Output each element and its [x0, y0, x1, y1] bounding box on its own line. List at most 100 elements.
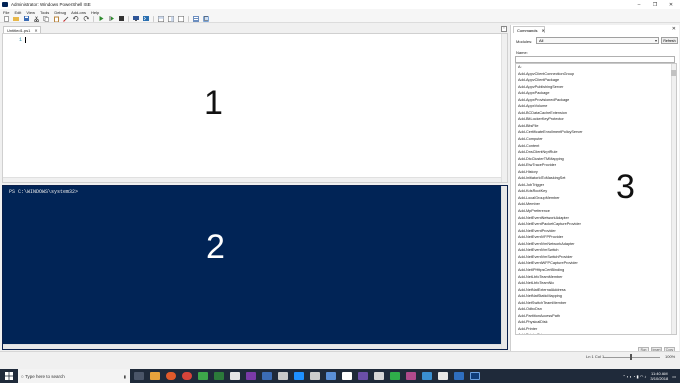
windows-start-icon[interactable] [0, 369, 18, 383]
menu-edit[interactable]: Edit [14, 10, 21, 15]
toolbar-separator [93, 15, 94, 22]
close-button[interactable]: ✕ [664, 0, 678, 9]
modules-label: Modules: [516, 39, 533, 44]
console-prompt: PS C:\WINDOWS\system32> [9, 189, 82, 195]
name-filter-input[interactable] [515, 56, 675, 63]
modules-dropdown[interactable]: All ▾ [536, 37, 659, 44]
console-horizontal-scrollbar[interactable] [3, 344, 501, 349]
menu-debug[interactable]: Debug [54, 10, 66, 15]
show-script-pane-right-icon[interactable] [168, 15, 174, 22]
menu-help[interactable]: Help [91, 10, 99, 15]
app-icon[interactable] [326, 372, 336, 380]
app-icon[interactable] [358, 372, 368, 380]
menu-add-ons[interactable]: Add-ons [71, 10, 86, 15]
editor-vertical-scrollbar[interactable] [501, 34, 507, 182]
run-icon[interactable] [98, 16, 104, 22]
collapse-pane-icon[interactable]: ⌃ [501, 26, 507, 32]
commands-tab-label: Commands [517, 27, 538, 33]
close-tab-icon[interactable]: ✕ [34, 28, 37, 33]
task-view-icon[interactable] [134, 372, 144, 380]
paste-icon[interactable] [53, 16, 59, 22]
toolbar [0, 15, 680, 23]
chrome-icon[interactable] [182, 372, 192, 380]
app-icon[interactable] [438, 372, 448, 380]
command-list[interactable]: A: Add-AppvClientConnectionGroup Add-AppvC… [515, 63, 677, 335]
app-icon[interactable] [454, 372, 464, 380]
command-list-item[interactable]: Add-PrinterDriver [516, 332, 676, 334]
redo-icon[interactable] [83, 16, 89, 22]
toolbar-separator [153, 15, 154, 22]
powershell-ise-taskbar-icon[interactable] [470, 372, 480, 380]
menu-view[interactable]: View [26, 10, 35, 15]
copy-icon[interactable] [43, 15, 49, 22]
refresh-button[interactable]: Refresh [661, 37, 678, 44]
status-bar: Ln 1 Col 1 100% [0, 351, 680, 361]
open-icon[interactable] [13, 16, 19, 22]
show-script-pane-top-icon[interactable] [158, 15, 164, 22]
menu-tools[interactable]: Tools [40, 10, 49, 15]
name-label: Name: [516, 50, 528, 55]
command-list-scrollbar[interactable] [671, 64, 676, 334]
notifications-icon[interactable]: ▭ [672, 374, 676, 379]
maximize-button[interactable]: ❐ [648, 0, 662, 9]
file-explorer-icon[interactable] [150, 372, 160, 380]
show-script-pane-max-icon[interactable] [178, 15, 184, 22]
app-icon[interactable] [246, 372, 256, 380]
region-label-editor: 1 [204, 84, 223, 122]
cut-icon[interactable] [33, 15, 39, 22]
console-pane[interactable]: PS C:\WINDOWS\system32> 2 [2, 185, 508, 350]
scroll-thumb[interactable] [671, 70, 676, 76]
app-icon[interactable] [390, 372, 400, 380]
editor-horizontal-scrollbar[interactable] [3, 177, 501, 182]
start-powershell-icon[interactable] [143, 16, 149, 22]
clear-icon[interactable] [63, 16, 69, 22]
menu-file[interactable]: File [3, 10, 9, 15]
clock[interactable]: 11:40 AM 3/10/2018 [650, 371, 668, 381]
run-selection-icon[interactable] [108, 16, 114, 22]
clock-date: 3/10/2018 [650, 376, 669, 381]
taskbar-search[interactable]: ○ Type here to search ▮ [18, 369, 130, 383]
app-icon[interactable] [422, 372, 432, 380]
tray-icons[interactable]: ⌃ ▪ ◐ ◔ ▮ ◠ ♪ [622, 374, 646, 379]
remote-tab-icon[interactable] [133, 16, 139, 22]
cursor-position: Ln 1 Col 1 [586, 354, 605, 359]
save-icon[interactable] [23, 16, 29, 22]
firefox-icon[interactable] [166, 372, 176, 380]
powershell-ise-icon [2, 2, 8, 7]
zoom-slider[interactable] [604, 357, 660, 358]
zoom-slider-thumb[interactable] [630, 354, 632, 360]
spotify-icon[interactable] [214, 372, 224, 380]
close-commands-tab-icon[interactable]: ✕ [541, 28, 544, 33]
window-title: Administrator: Windows PowerShell ISE [11, 2, 91, 7]
tab-untitled1[interactable]: Untitled1.ps1 ✕ [3, 26, 41, 33]
new-script-icon[interactable] [3, 15, 9, 22]
minimize-button[interactable]: – [632, 0, 646, 9]
tab-label: Untitled1.ps1 [7, 27, 31, 33]
app-icon[interactable] [406, 372, 416, 380]
app-icon[interactable] [310, 372, 320, 380]
undo-icon[interactable] [73, 16, 79, 22]
console-vertical-scrollbar[interactable] [501, 186, 507, 349]
taskbar: ○ Type here to search ▮ ⌃ ▪ ◐ ◔ ▮ ◠ ♪ 11… [0, 369, 680, 383]
stop-icon[interactable] [118, 16, 124, 22]
app-icon[interactable] [342, 372, 352, 380]
show-addon-icon[interactable] [203, 15, 209, 22]
app-icon[interactable] [230, 372, 240, 380]
script-editor[interactable]: 1 1 [2, 33, 508, 183]
app-icon[interactable] [294, 372, 304, 380]
taskbar-apps [134, 372, 486, 380]
text-caret [25, 37, 26, 43]
title-bar: Administrator: Windows PowerShell ISE – … [0, 0, 680, 9]
microphone-icon[interactable]: ▮ [124, 374, 126, 379]
show-commands-icon[interactable] [193, 15, 199, 22]
app-icon[interactable] [374, 372, 384, 380]
app-icon[interactable] [198, 372, 208, 380]
close-panel-icon[interactable]: ✕ [672, 26, 676, 32]
powershell-ise-window: Administrator: Windows PowerShell ISE – … [0, 0, 680, 383]
toolbar-separator [128, 15, 129, 22]
app-icon[interactable] [278, 372, 288, 380]
system-tray: ⌃ ▪ ◐ ◔ ▮ ◠ ♪ 11:40 AM 3/10/2018 ▭ [622, 369, 676, 383]
app-icon[interactable] [262, 372, 272, 380]
tab-commands[interactable]: Commands ✕ [513, 26, 545, 33]
line-number: 1 [19, 37, 23, 43]
